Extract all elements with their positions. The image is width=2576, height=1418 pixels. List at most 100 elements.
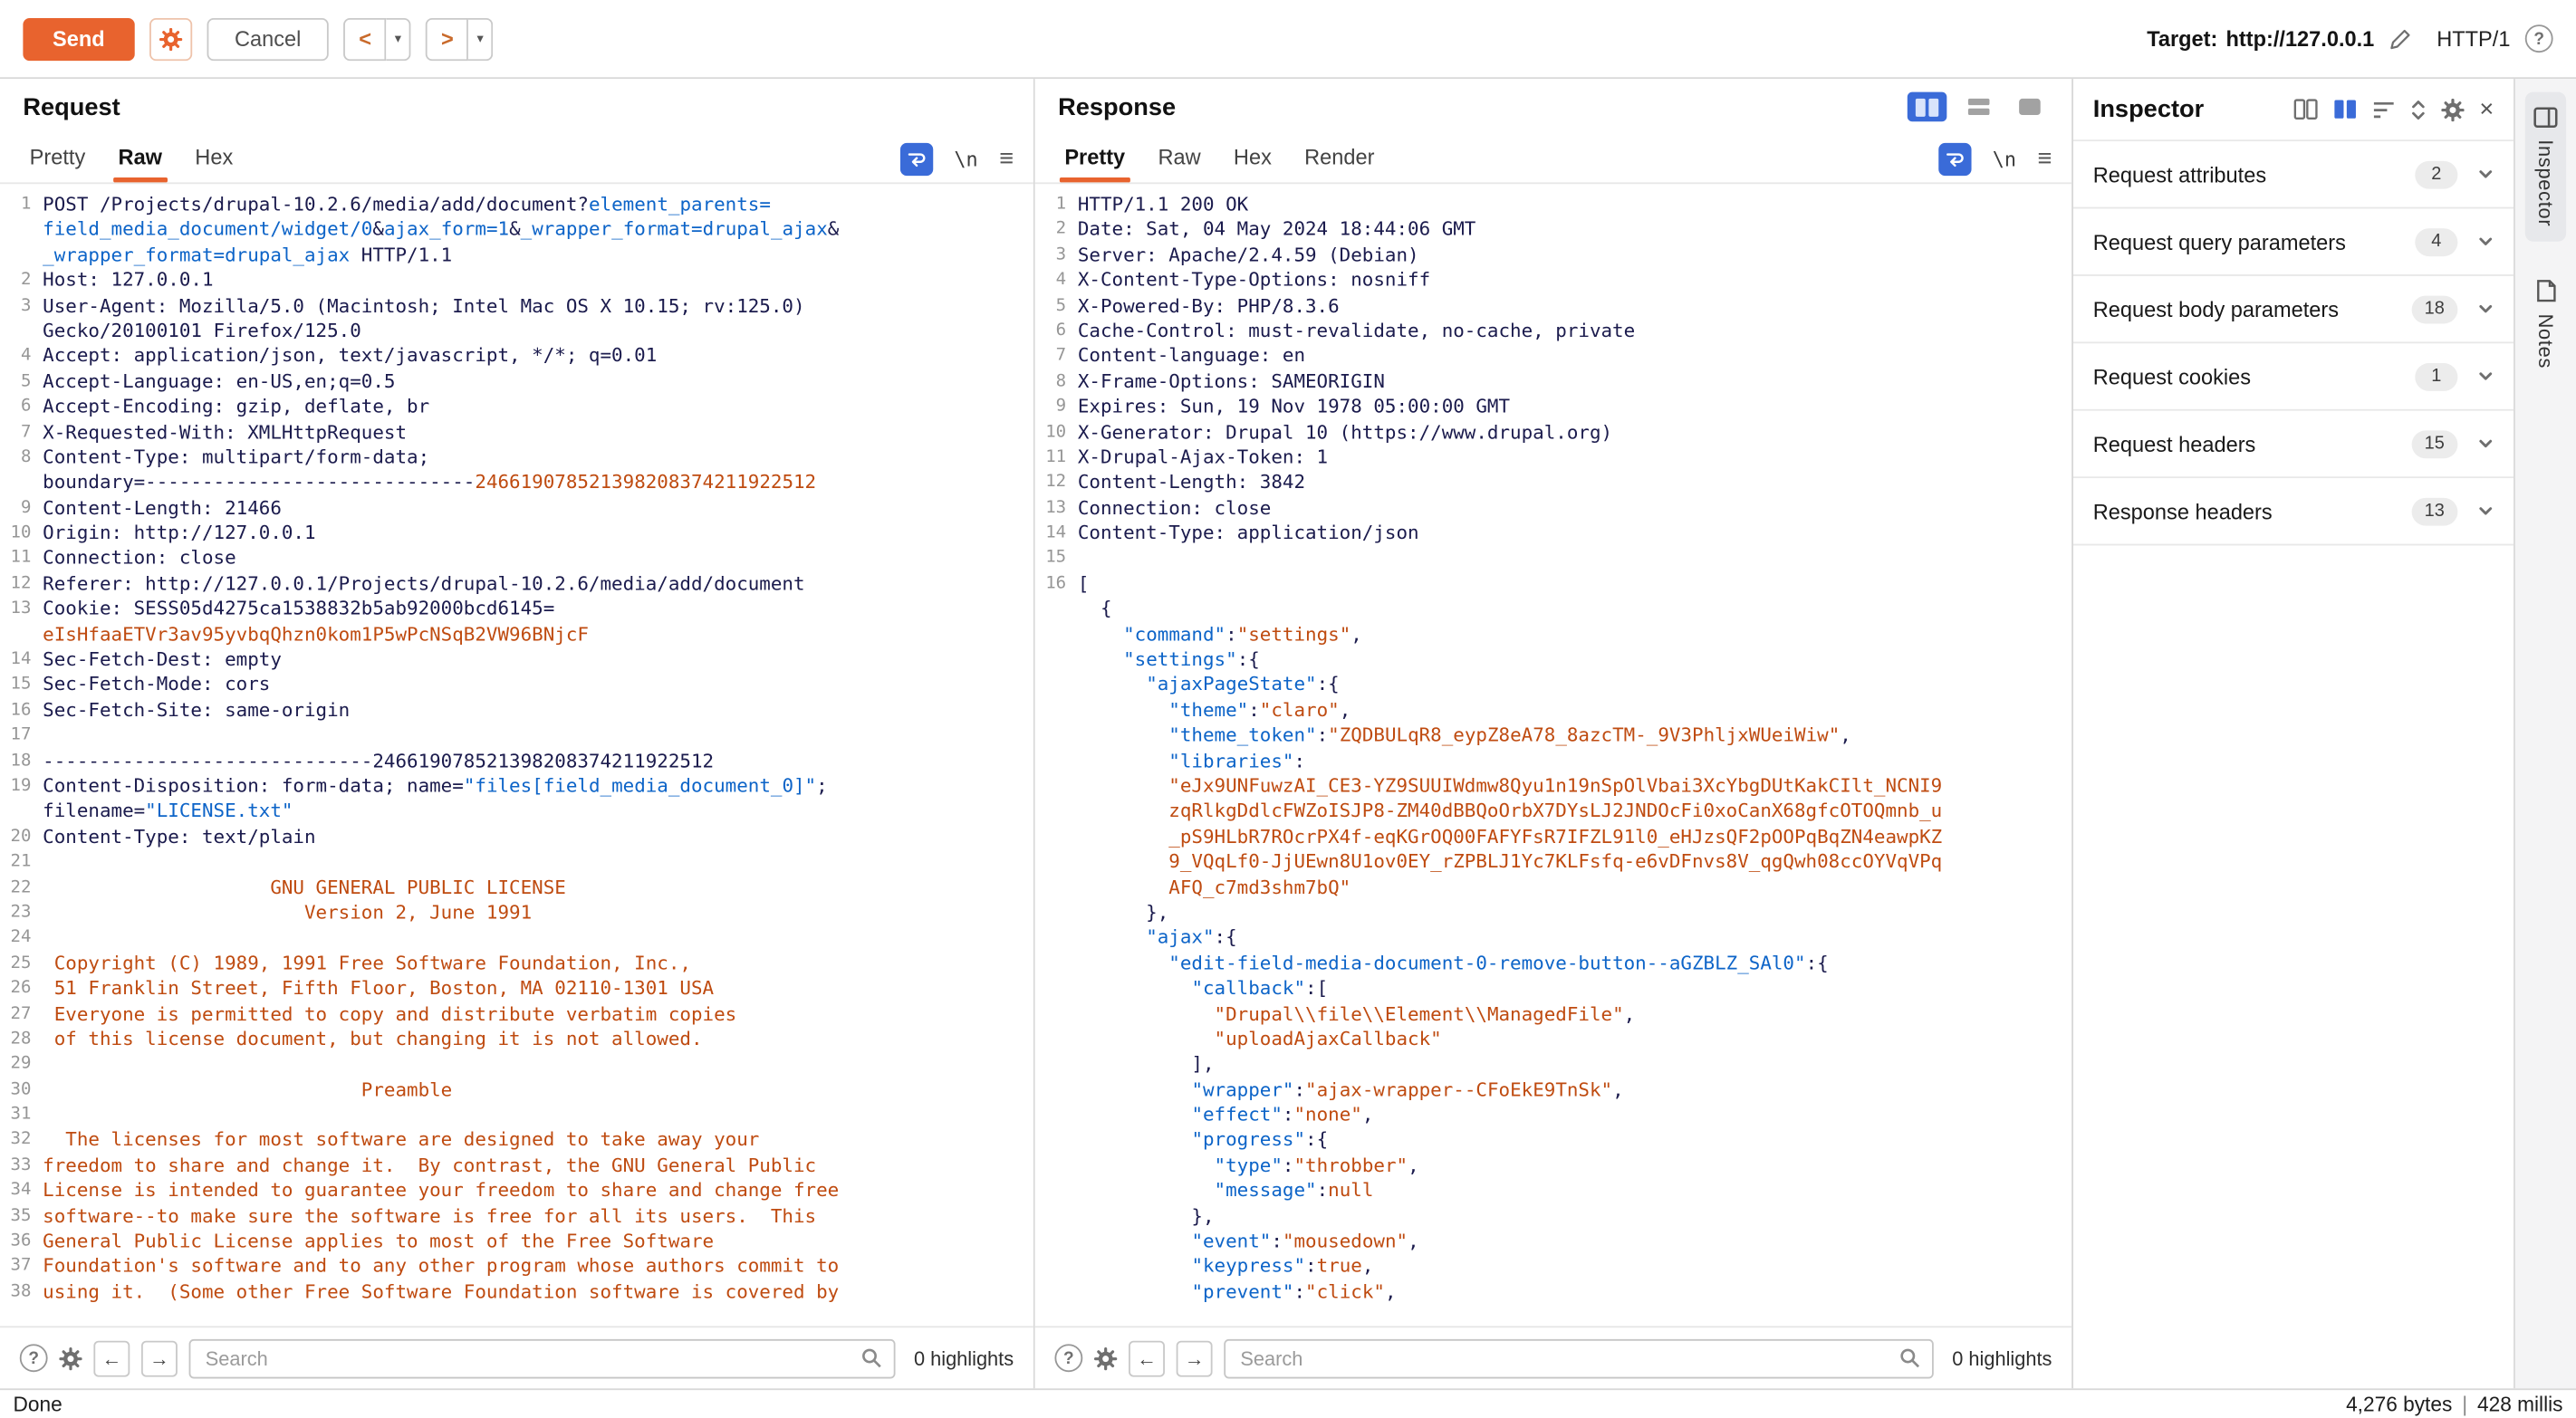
- target-label: Target:: [2147, 26, 2217, 51]
- line-number: [1035, 976, 1078, 1001]
- request-tab-hex[interactable]: Hex: [178, 136, 249, 182]
- request-editor[interactable]: 1POST /Projects/drupal-10.2.6/media/add/…: [0, 184, 1033, 1326]
- line-number: 34: [0, 1178, 43, 1203]
- chevron-down-icon[interactable]: [2477, 436, 2494, 452]
- soft-wrap-button[interactable]: [900, 142, 933, 175]
- request-search-input[interactable]: [202, 1345, 851, 1371]
- soft-wrap-button[interactable]: [1938, 142, 1971, 175]
- close-icon: ×: [2479, 95, 2494, 123]
- chevron-down-icon[interactable]: [2477, 301, 2494, 317]
- response-tab-raw[interactable]: Raw: [1141, 136, 1216, 182]
- inspector-section-request-attributes[interactable]: Request attributes 2: [2073, 141, 2514, 208]
- send-settings-button[interactable]: [149, 17, 192, 60]
- text-segment: &: [372, 217, 384, 240]
- text-segment: :[: [1305, 976, 1328, 999]
- chevron-down-icon[interactable]: [2477, 166, 2494, 182]
- chevron-down-icon[interactable]: [2477, 503, 2494, 519]
- request-highlights-count: 0 highlights: [914, 1346, 1014, 1369]
- edit-target-button[interactable]: [2389, 27, 2412, 50]
- line-text: Foundation's software and to any other p…: [43, 1254, 839, 1279]
- editor-line: 1POST /Projects/drupal-10.2.6/media/add/…: [0, 192, 1033, 217]
- request-editor-menu-button[interactable]: ≡: [999, 146, 1014, 170]
- response-tab-hex[interactable]: Hex: [1217, 136, 1288, 182]
- cancel-button[interactable]: Cancel: [207, 17, 329, 60]
- send-button[interactable]: Send: [23, 17, 134, 60]
- search-settings-button[interactable]: [1094, 1346, 1117, 1369]
- search-next-button[interactable]: →: [141, 1340, 178, 1376]
- inspector-section-request-headers[interactable]: Request headers 15: [2073, 411, 2514, 478]
- response-editor[interactable]: 1HTTP/1.1 200 OK2Date: Sat, 04 May 2024 …: [1035, 184, 2071, 1326]
- request-tab-raw[interactable]: Raw: [101, 136, 178, 182]
- inspector-section-request-query-parameters[interactable]: Request query parameters 4: [2073, 208, 2514, 275]
- response-tab-pretty[interactable]: Pretty: [1048, 136, 1141, 182]
- search-help-icon[interactable]: ?: [1054, 1344, 1082, 1372]
- editor-line: "ajax":{: [1035, 925, 2071, 951]
- layout-columns-button[interactable]: [1908, 92, 1947, 122]
- search-help-icon[interactable]: ?: [20, 1344, 48, 1372]
- inspector-layout-outline-button[interactable]: [2293, 99, 2318, 120]
- inspector-panel: Inspector: [2073, 79, 2515, 1388]
- response-search-input[interactable]: [1237, 1345, 1890, 1371]
- line-text: Everyone is permitted to copy and distri…: [43, 1001, 736, 1027]
- search-next-button[interactable]: →: [1177, 1340, 1213, 1376]
- line-number: [1035, 1001, 1078, 1027]
- inspector-settings-button[interactable]: [2442, 98, 2465, 120]
- editor-line: 2Host: 127.0.0.1: [0, 268, 1033, 293]
- layout-rows-button[interactable]: [1958, 92, 1998, 122]
- collapse-all-button[interactable]: [2373, 100, 2396, 120]
- side-tab-inspector[interactable]: Inspector: [2525, 92, 2566, 242]
- inspector-close-button[interactable]: ×: [2479, 97, 2494, 121]
- back-button[interactable]: <: [344, 17, 387, 60]
- show-newlines-button[interactable]: \n: [951, 147, 981, 169]
- chevron-down-icon[interactable]: [2477, 234, 2494, 250]
- text-segment: Expires: Sun, 19 Nov 1978 05:00:00 GMT: [1078, 395, 1510, 417]
- editor-line: "settings":{: [1035, 647, 2071, 673]
- inspector-section-response-headers[interactable]: Response headers 13: [2073, 478, 2514, 545]
- layout-single-button[interactable]: [2009, 92, 2049, 122]
- side-tab-notes[interactable]: Notes: [2526, 264, 2566, 383]
- line-number: 13: [0, 597, 43, 622]
- request-tab-pretty[interactable]: Pretty: [14, 136, 102, 182]
- text-segment: Content-Disposition: form-data; name=: [43, 774, 464, 797]
- forward-dropdown-button[interactable]: ▾: [468, 17, 493, 60]
- line-text: "Drupal\\file\\Element\\ManagedFile",: [1078, 1001, 1635, 1027]
- inspector-layout-filled-button[interactable]: [2333, 99, 2358, 120]
- search-settings-button[interactable]: [59, 1346, 82, 1369]
- search-prev-button[interactable]: ←: [1129, 1340, 1165, 1376]
- menu-icon: ≡: [999, 145, 1014, 173]
- text-segment: Accept-Language: en-US,en;q=0.5: [43, 369, 395, 392]
- show-newlines-button[interactable]: \n: [1989, 147, 2019, 169]
- line-number: 11: [0, 546, 43, 571]
- editor-line: 8X-Frame-Options: SAMEORIGIN: [1035, 369, 2071, 395]
- request-panel: Request Pretty Raw Hex \n ≡ 1POST /Proje…: [0, 79, 1035, 1388]
- line-number: 24: [0, 925, 43, 951]
- line-text: of this license document, but changing i…: [43, 1027, 702, 1052]
- text-segment: [1078, 976, 1192, 999]
- back-dropdown-button[interactable]: ▾: [387, 17, 411, 60]
- response-tab-render[interactable]: Render: [1288, 136, 1391, 182]
- inspector-section-request-cookies[interactable]: Request cookies 1: [2073, 343, 2514, 410]
- http-version-selector[interactable]: HTTP/1: [2437, 26, 2510, 51]
- text-segment: "theme": [1168, 698, 1248, 721]
- editor-line: 11Connection: close: [0, 546, 1033, 571]
- line-text: Connection: close: [43, 546, 235, 571]
- text-segment: },: [1078, 900, 1168, 923]
- text-segment: software--to make sure the software is f…: [43, 1203, 816, 1226]
- expand-collapse-button[interactable]: [2410, 98, 2427, 120]
- response-editor-menu-button[interactable]: ≡: [2038, 146, 2052, 170]
- text-segment: :{: [1806, 951, 1829, 973]
- help-icon[interactable]: ?: [2525, 24, 2553, 53]
- text-segment: Host: 127.0.0.1: [43, 268, 213, 291]
- text-segment: "command": [1123, 622, 1226, 645]
- editor-line: "event":"mousedown",: [1035, 1229, 2071, 1254]
- line-text: X-Frame-Options: SAMEORIGIN: [1078, 369, 1385, 395]
- inspector-section-request-body-parameters[interactable]: Request body parameters 18: [2073, 276, 2514, 343]
- chevron-down-icon[interactable]: [2477, 368, 2494, 384]
- editor-line: },: [1035, 1203, 2071, 1229]
- text-segment: Cookie: SESS05d4275ca1538832b5ab92000bcd…: [43, 597, 554, 619]
- line-text: Origin: http://127.0.0.1: [43, 521, 315, 546]
- forward-button[interactable]: >: [426, 17, 468, 60]
- search-prev-button[interactable]: ←: [93, 1340, 130, 1376]
- editor-line: 4Accept: application/json, text/javascri…: [0, 344, 1033, 369]
- line-text: Sec-Fetch-Dest: empty: [43, 647, 282, 673]
